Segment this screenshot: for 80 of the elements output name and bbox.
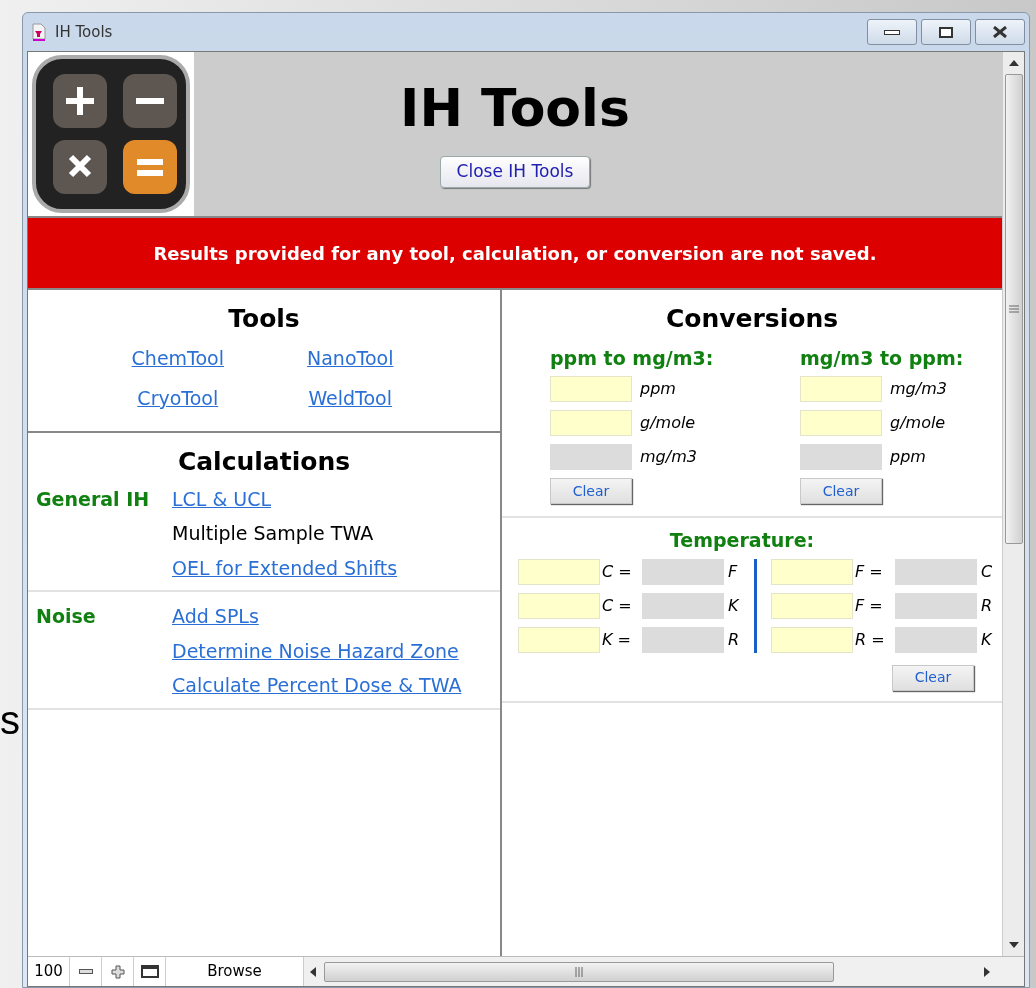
unit-label: mg/m3 bbox=[890, 378, 947, 400]
unit-label: g/mole bbox=[640, 412, 696, 434]
vertical-scrollbar[interactable] bbox=[1002, 52, 1024, 956]
grip-icon bbox=[575, 966, 583, 977]
converter-title: mg/m3 to ppm: bbox=[800, 345, 965, 371]
close-button[interactable] bbox=[975, 19, 1025, 45]
result-field[interactable] bbox=[895, 558, 977, 585]
input-field[interactable] bbox=[771, 592, 853, 619]
app-icon bbox=[31, 23, 47, 41]
unit-label: R bbox=[980, 594, 994, 617]
result-field[interactable] bbox=[642, 626, 724, 653]
result-field[interactable] bbox=[642, 558, 724, 585]
input-field[interactable] bbox=[518, 558, 600, 585]
clear-button[interactable]: Clear bbox=[892, 664, 974, 691]
plus-icon bbox=[110, 964, 125, 979]
input-field[interactable] bbox=[800, 376, 882, 402]
unit-label: F bbox=[727, 560, 739, 583]
minimize-button[interactable] bbox=[867, 19, 917, 45]
converter-title: ppm to mg/m3: bbox=[550, 345, 715, 371]
tool-link[interactable]: NanoTool bbox=[304, 343, 397, 372]
unit-label: g/mole bbox=[890, 412, 946, 434]
section-heading: Tools bbox=[228, 303, 300, 335]
calculation-label: Multiple Sample TWA bbox=[172, 521, 375, 546]
result-field[interactable] bbox=[800, 444, 882, 470]
calculation-link[interactable]: OEL for Extended Shifts bbox=[172, 553, 398, 582]
converter-title: Temperature: bbox=[668, 528, 816, 553]
zoom-out-button[interactable] bbox=[70, 957, 102, 986]
scrollbar-thumb[interactable] bbox=[1004, 74, 1023, 544]
input-field[interactable] bbox=[550, 410, 632, 436]
input-field[interactable] bbox=[550, 376, 632, 402]
input-field[interactable] bbox=[518, 626, 600, 653]
unit-label: F = bbox=[854, 594, 884, 617]
unit-label: C = bbox=[601, 594, 633, 617]
tool-link[interactable]: WeldTool bbox=[304, 384, 397, 413]
result-field[interactable] bbox=[895, 626, 977, 653]
scroll-left-icon[interactable] bbox=[310, 966, 316, 977]
scroll-right-icon[interactable] bbox=[984, 966, 990, 977]
group-label: Noise bbox=[36, 604, 97, 629]
unit-label: ppm bbox=[640, 378, 676, 400]
group-label: General IH bbox=[36, 486, 151, 512]
unit-label: C bbox=[980, 560, 994, 583]
calculation-link[interactable]: Add SPLs bbox=[172, 602, 462, 631]
page-title: IH Tools bbox=[400, 82, 630, 134]
result-field[interactable] bbox=[550, 444, 632, 470]
close-icon bbox=[992, 26, 1008, 38]
input-field[interactable] bbox=[771, 626, 853, 653]
unit-label: R bbox=[727, 628, 741, 651]
calculation-link[interactable]: LCL & UCL bbox=[172, 484, 398, 513]
input-field[interactable] bbox=[771, 558, 853, 585]
unit-label: C = bbox=[601, 560, 633, 583]
maximize-button[interactable] bbox=[921, 19, 971, 45]
calculation-link[interactable]: Calculate Percent Dose & TWA bbox=[172, 671, 462, 700]
clear-button[interactable]: Clear bbox=[800, 478, 882, 504]
toolbar-toggle-button[interactable] bbox=[134, 957, 166, 986]
unit-label: R = bbox=[854, 628, 886, 651]
unit-label: K = bbox=[601, 628, 632, 651]
calculator-icon bbox=[31, 54, 191, 214]
unit-label: mg/m3 bbox=[640, 446, 697, 468]
result-field[interactable] bbox=[895, 592, 977, 619]
input-field[interactable] bbox=[518, 592, 600, 619]
warning-text: Results provided for any tool, calculation, or conversion are not saved. bbox=[153, 241, 877, 266]
unit-label: K bbox=[727, 594, 740, 617]
zoom-level[interactable]: 100 bbox=[28, 957, 70, 986]
close-tools-button[interactable]: Close IH Tools bbox=[439, 156, 591, 188]
scrollbar-thumb[interactable] bbox=[324, 961, 834, 982]
tool-link[interactable]: CryoTool bbox=[131, 384, 224, 413]
section-heading: Calculations bbox=[176, 446, 352, 478]
window-title: IH Tools bbox=[55, 21, 113, 43]
clear-button[interactable]: Clear bbox=[550, 478, 632, 504]
background-text: s bbox=[0, 700, 20, 740]
section-heading: Conversions bbox=[665, 303, 839, 335]
calculation-link[interactable]: Determine Noise Hazard Zone bbox=[172, 636, 462, 665]
unit-label: ppm bbox=[890, 446, 926, 468]
unit-label: F = bbox=[854, 560, 884, 583]
mode-label: Browse bbox=[166, 957, 304, 986]
input-field[interactable] bbox=[800, 410, 882, 436]
tool-link[interactable]: ChemTool bbox=[131, 343, 224, 372]
result-field[interactable] bbox=[642, 592, 724, 619]
grip-icon bbox=[1008, 305, 1019, 313]
unit-label: K bbox=[980, 628, 993, 651]
